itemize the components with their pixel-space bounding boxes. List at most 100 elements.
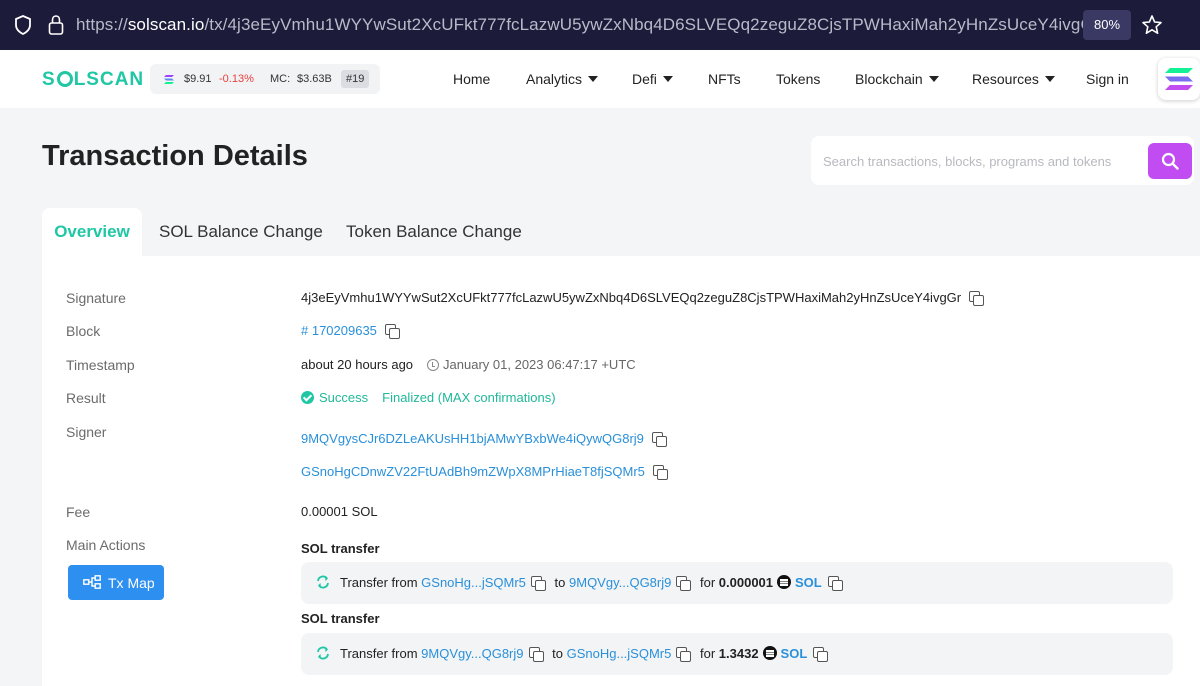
logo-text-start: S <box>42 69 56 90</box>
nav-tokens-label: Tokens <box>776 71 821 87</box>
transfer-from-label: Transfer from <box>340 575 418 590</box>
tx-map-label: Tx Map <box>108 575 155 591</box>
timestamp-relative: about 20 hours ago <box>301 357 414 372</box>
zoom-badge[interactable]: 80% <box>1083 10 1131 40</box>
copy-icon[interactable] <box>651 432 667 447</box>
fee-value: 0.00001 SOL <box>301 504 378 519</box>
market-cap-value: $3.63B <box>297 73 332 85</box>
from-address-link[interactable]: 9MQVgy...QG8rj9 <box>421 646 523 661</box>
from-address-link[interactable]: GSnoHg...jSQMr5 <box>421 575 526 590</box>
for-label: for <box>699 575 716 590</box>
nav-defi[interactable]: Defi <box>632 71 673 87</box>
nav-home-label: Home <box>453 71 491 87</box>
result-status: Success <box>319 390 369 405</box>
sol-token-icon <box>777 575 792 589</box>
to-address-link[interactable]: GSnoHg...jSQMr5 <box>567 646 672 661</box>
search-icon <box>1161 152 1179 170</box>
nav-resources[interactable]: Resources <box>972 71 1055 87</box>
nav-nfts[interactable]: NFTs <box>708 71 741 87</box>
nav-nfts-label: NFTs <box>708 71 741 87</box>
sol-price-change: -0.13% <box>219 73 254 85</box>
url-text[interactable]: https://solscan.io/tx/4j3eEyVmhu1WYYwSut… <box>76 15 1100 35</box>
solana-network-button[interactable] <box>1158 58 1200 100</box>
browser-url-bar: https://solscan.io/tx/4j3eEyVmhu1WYYwSut… <box>0 0 1200 50</box>
nav-sign-in-label: Sign in <box>1086 71 1129 87</box>
action-title: SOL transfer <box>301 541 380 556</box>
caret-down-icon <box>928 76 939 82</box>
copy-icon[interactable] <box>827 576 843 591</box>
signer-address-link[interactable]: 9MQVgysCJr6DZLeAKUsHH1bjAMwYBxbWe4iQywQG… <box>301 431 644 446</box>
nav-defi-label: Defi <box>632 71 657 87</box>
market-cap-label: MC: <box>270 73 291 85</box>
site-header: S LSCAN $9.91 -0.13% MC: $3.63B #19 Home … <box>0 50 1200 108</box>
caret-down-icon <box>588 76 599 82</box>
logo-ring-icon <box>56 71 73 87</box>
signature-label: Signature <box>66 290 126 306</box>
check-circle-icon <box>301 391 314 404</box>
copy-icon[interactable] <box>530 576 546 591</box>
copy-icon[interactable] <box>813 647 829 662</box>
copy-icon[interactable] <box>676 647 692 662</box>
tx-map-button[interactable]: Tx Map <box>68 565 164 600</box>
search-button[interactable] <box>1148 143 1192 179</box>
signature-value: 4j3eEyVmhu1WYYwSut2XcUFkt777fcLazwU5ywZx… <box>301 290 962 305</box>
shield-icon[interactable] <box>14 15 32 35</box>
result-label: Result <box>66 390 106 406</box>
refresh-icon <box>317 575 329 589</box>
finalized-status: Finalized (MAX confirmations) <box>382 390 556 405</box>
copy-icon[interactable] <box>676 576 692 591</box>
block-link[interactable]: # 170209635 <box>301 323 377 338</box>
star-icon[interactable] <box>1141 14 1163 36</box>
nav-blockchain-label: Blockchain <box>855 71 923 87</box>
solana-icon <box>164 75 174 84</box>
lock-icon[interactable] <box>48 14 64 36</box>
to-address-link[interactable]: 9MQVgy...QG8rj9 <box>569 575 671 590</box>
signer-row-1: 9MQVgysCJr6DZLeAKUsHH1bjAMwYBxbWe4iQywQG… <box>301 431 667 447</box>
url-path: /tx/4j3eEyVmhu1WYYwSut2XcUFkt777fcLazwU5… <box>204 15 1100 34</box>
nav-sign-in[interactable]: Sign in <box>1086 71 1129 87</box>
nav-tokens[interactable]: Tokens <box>776 71 820 87</box>
search-input[interactable] <box>823 150 1143 172</box>
sol-price: $9.91 <box>184 73 212 85</box>
nav-resources-label: Resources <box>972 71 1039 87</box>
for-label: for <box>699 646 716 661</box>
search-box <box>811 136 1194 185</box>
solana-icon <box>1165 68 1193 90</box>
timestamp-full: January 01, 2023 06:47:17 +UTC <box>443 357 636 372</box>
copy-icon[interactable] <box>384 324 400 339</box>
copy-icon[interactable] <box>528 647 544 662</box>
url-prefix: https:// <box>76 15 128 34</box>
clock-icon <box>427 359 440 371</box>
transfer-amount: 0.000001 <box>718 575 774 590</box>
signature-row: 4j3eEyVmhu1WYYwSut2XcUFkt777fcLazwU5ywZx… <box>301 290 985 306</box>
result-row: Success Finalized (MAX confirmations) <box>301 390 556 405</box>
nav-home[interactable]: Home <box>453 71 490 87</box>
signer-address-link[interactable]: GSnoHgCDnwZV22FtUAdBh9mZWpX8MPrHiaeT8fjS… <box>301 464 645 479</box>
page-title: Transaction Details <box>42 140 308 172</box>
signer-label: Signer <box>66 424 107 440</box>
timestamp-label: Timestamp <box>66 357 135 373</box>
caret-down-icon <box>1044 76 1055 82</box>
action-title: SOL transfer <box>301 611 380 626</box>
tab-overview[interactable]: Overview <box>42 208 142 256</box>
copy-icon[interactable] <box>652 465 668 480</box>
map-icon <box>83 575 101 589</box>
nav-blockchain[interactable]: Blockchain <box>855 71 939 87</box>
solscan-logo[interactable]: S LSCAN <box>42 69 144 91</box>
sol-price-ticker: $9.91 -0.13% MC: $3.63B #19 <box>150 64 380 94</box>
sol-token-icon <box>762 646 777 660</box>
nav-analytics[interactable]: Analytics <box>526 71 599 87</box>
to-label: to <box>552 646 563 661</box>
block-label: Block <box>66 323 101 339</box>
tab-token-balance-change[interactable]: Token Balance Change <box>346 208 522 256</box>
token-link[interactable]: SOL <box>781 646 808 661</box>
transfer-amount: 1.3432 <box>718 646 759 661</box>
copy-icon[interactable] <box>969 291 985 306</box>
block-row: # 170209635 <box>301 323 400 339</box>
main-actions-label: Main Actions <box>66 537 146 553</box>
action-row: Transfer from 9MQVgy...QG8rj9 to GSnoHg.… <box>301 633 1173 675</box>
market-rank-badge: #19 <box>341 70 370 88</box>
tab-sol-balance-change[interactable]: SOL Balance Change <box>159 208 323 256</box>
token-link[interactable]: SOL <box>795 575 822 590</box>
action-row: Transfer from GSnoHg...jSQMr5 to 9MQVgy.… <box>301 562 1173 604</box>
